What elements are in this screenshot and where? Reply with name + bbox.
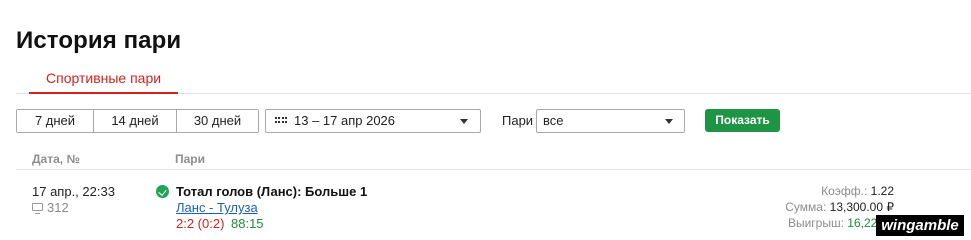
period-30-days-button[interactable]: 30 дней	[176, 110, 258, 132]
coef-value: 1.22	[870, 184, 894, 198]
event-link[interactable]: Ланс - Тулуза	[176, 200, 258, 215]
period-14-days-button[interactable]: 14 дней	[93, 110, 176, 132]
match-minute: 88:15	[231, 216, 264, 231]
message-icon	[32, 203, 43, 214]
sum-value: 13,300.00 ₽	[829, 200, 894, 214]
check-circle-icon	[156, 185, 169, 198]
dropdown-caret-icon	[460, 119, 468, 124]
period-7-days-button[interactable]: 7 дней	[17, 110, 93, 132]
tab-sport-bets[interactable]: Спортивные пари	[29, 66, 179, 94]
bet-datetime: 17 апр., 22:33	[32, 184, 115, 199]
calendar-grid-icon	[275, 117, 287, 125]
coef-line: Коэфф.: 1.22	[821, 184, 894, 198]
date-range-select[interactable]: 13 – 17 апр 2026	[265, 109, 481, 133]
coef-label: Коэфф.:	[821, 184, 868, 198]
bets-filter-value: все	[543, 113, 564, 128]
table-header: Дата, № Пари	[16, 146, 971, 170]
bet-title: Тотал голов (Ланс): Больше 1	[176, 184, 368, 199]
bet-id[interactable]: 312	[32, 200, 69, 215]
period-button-group: 7 дней 14 дней 30 дней	[16, 109, 259, 133]
sum-line: Сумма: 13,300.00 ₽	[785, 200, 894, 214]
show-button[interactable]: Показать	[705, 109, 780, 132]
date-range-value: 13 – 17 апр 2026	[294, 113, 396, 128]
bet-history-page: История пари Спортивные пари 7 дней 14 д…	[0, 0, 971, 240]
match-score: 2:2 (0:2)	[176, 216, 225, 231]
bets-filter-select[interactable]: все	[536, 109, 685, 133]
column-header-date: Дата, №	[32, 152, 80, 166]
page-title: История пари	[16, 27, 182, 54]
dropdown-caret-icon	[665, 119, 673, 124]
bet-id-value: 312	[47, 200, 69, 215]
watermark-logo: wingamble	[876, 215, 964, 236]
win-label: Выигрыш:	[787, 216, 844, 230]
sum-label: Сумма:	[785, 200, 827, 214]
tabs-bar: Спортивные пари	[16, 66, 971, 94]
bets-filter-label: Пари	[502, 113, 534, 128]
column-header-bets: Пари	[175, 152, 206, 166]
